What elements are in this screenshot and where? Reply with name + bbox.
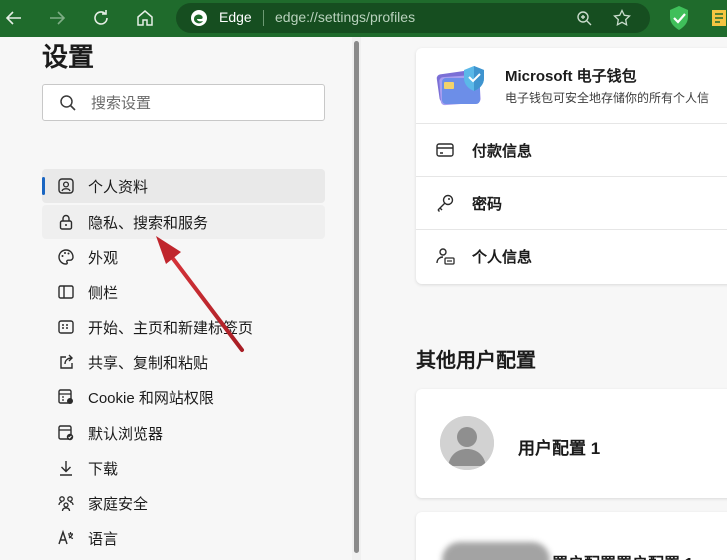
default-avatar-icon (440, 416, 494, 470)
profile-card-2[interactable]: 置户配置置户配置 1: (416, 512, 727, 560)
sidebar-item-profile[interactable]: 个人资料 (42, 169, 325, 203)
sidebar-item-label: 侧栏 (88, 284, 119, 302)
sidebar-item-label: Cookie 和网站权限 (88, 389, 214, 407)
address-brand: Edge (219, 9, 252, 25)
search-icon (60, 95, 76, 111)
address-separator (263, 10, 264, 26)
card-icon (434, 139, 456, 161)
profile-icon (56, 176, 76, 196)
address-bar[interactable]: Edge edge://settings/profiles (176, 3, 650, 33)
wallet-row-label: 个人信息 (472, 248, 533, 266)
wallet-row-passwords[interactable]: 密码 (416, 176, 727, 229)
sidebar-item-label: 语言 (88, 530, 119, 548)
back-button[interactable] (2, 6, 26, 30)
refresh-button[interactable] (89, 6, 113, 30)
wallet-row-personal-info[interactable]: 个人信息 (416, 229, 727, 282)
wallet-row-payment[interactable]: 付款信息 (416, 123, 727, 176)
sidebar-item-languages[interactable]: 语言 (42, 521, 325, 555)
browser-toolbar: Edge edge://settings/profiles (0, 0, 727, 37)
sidebar-item-label: 下载 (88, 460, 119, 478)
wallet-illustration-icon (436, 66, 484, 106)
share-icon (56, 352, 76, 372)
sidebar-item-label: 个人资料 (88, 178, 149, 196)
zoom-button[interactable] (574, 8, 594, 28)
sidebar-item-label: 外观 (88, 249, 119, 267)
sidebar-item-privacy[interactable]: 隐私、搜索和服务 (42, 205, 325, 239)
sidebar-item-label: 家庭安全 (88, 495, 149, 513)
home-icon (137, 10, 153, 26)
sidebar-icon (56, 282, 76, 302)
sidebar-item-label: 默认浏览器 (88, 425, 164, 443)
other-profiles-heading: 其他用户配置 (416, 350, 536, 372)
back-arrow-icon (5, 11, 21, 25)
sidebar-item-cookies[interactable]: Cookie 和网站权限 (42, 380, 325, 414)
search-input[interactable] (91, 92, 311, 114)
sidebar-item-share[interactable]: 共享、复制和粘贴 (42, 345, 325, 379)
profile-name: 用户配置 1 (518, 439, 601, 458)
sidebar-item-start-home[interactable]: 开始、主页和新建标签页 (42, 310, 325, 344)
wallet-description: 电子钱包可安全地存储你的所有个人信 (505, 91, 710, 105)
lock-icon (56, 212, 76, 232)
person-card-icon (434, 245, 456, 267)
sidebar-item-appearance[interactable]: 外观 (42, 240, 325, 274)
key-icon (434, 192, 456, 214)
profile-card[interactable]: 用户配置 1 (416, 389, 727, 498)
wallet-row-label: 付款信息 (472, 142, 533, 160)
edge-logo-icon (191, 10, 207, 26)
default-browser-icon (56, 423, 76, 443)
language-icon (56, 528, 76, 548)
download-icon (56, 458, 76, 478)
sidebar-item-family-safety[interactable]: 家庭安全 (42, 486, 325, 520)
sidebar-scrollbar[interactable] (352, 37, 361, 560)
profile-name: 置户配置置户配置 1: (552, 550, 699, 560)
wallet-title: Microsoft 电子钱包 (505, 68, 637, 85)
scrollbar-thumb[interactable] (354, 41, 359, 553)
sidebar-item-label: 开始、主页和新建标签页 (88, 319, 254, 337)
zoom-icon (577, 11, 592, 26)
site-permissions-icon (56, 387, 76, 407)
sidebar-item-downloads[interactable]: 下载 (42, 451, 325, 485)
forward-arrow-icon (50, 11, 66, 25)
family-icon (56, 493, 76, 513)
settings-search-box[interactable] (42, 84, 325, 121)
sidebar-title: 设置 (42, 42, 95, 72)
selected-indicator (42, 177, 45, 195)
sidebar-item-default-browser[interactable]: 默认浏览器 (42, 416, 325, 450)
extension-icon[interactable] (710, 8, 727, 28)
wallet-card: Microsoft 电子钱包 电子钱包可安全地存储你的所有个人信 付款信息 密码… (416, 48, 727, 284)
favorite-button[interactable] (612, 8, 632, 28)
address-url: edge://settings/profiles (275, 9, 416, 25)
sidebar-item-label: 共享、复制和粘贴 (88, 354, 209, 372)
sidebar-item-sidebar[interactable]: 侧栏 (42, 275, 325, 309)
refresh-icon (94, 10, 108, 25)
wallet-row-label: 密码 (472, 195, 503, 213)
redacted-avatar (442, 542, 550, 560)
avatar (440, 416, 494, 470)
sidebar-item-label: 隐私、搜索和服务 (88, 214, 209, 232)
home-button[interactable] (133, 6, 157, 30)
shield-extension-icon[interactable] (668, 5, 690, 31)
palette-icon (56, 247, 76, 267)
forward-button[interactable] (45, 6, 69, 30)
new-tab-icon (56, 317, 76, 337)
star-icon (613, 9, 631, 27)
